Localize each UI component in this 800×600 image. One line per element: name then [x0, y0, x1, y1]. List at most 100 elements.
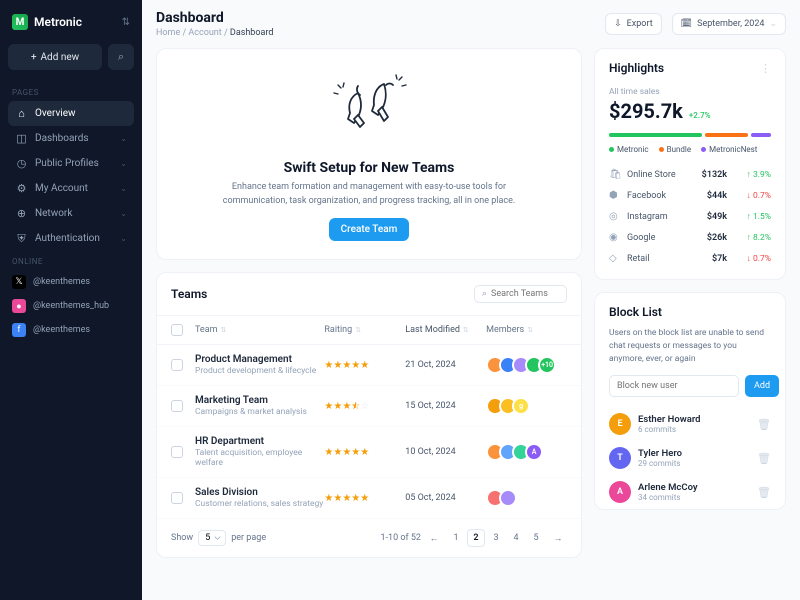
teams-search-input[interactable] — [491, 289, 559, 299]
online-item[interactable]: ●@keenthemes_hub — [8, 294, 134, 318]
col-members[interactable]: Members⇅ — [486, 325, 567, 335]
legend-dot-icon — [609, 147, 614, 152]
page-3[interactable]: 3 — [487, 529, 505, 547]
nav-overview[interactable]: ⌂Overview — [8, 101, 134, 126]
per-page-select[interactable]: 5 — [198, 530, 226, 546]
member-avatars: +10 — [486, 356, 567, 374]
select-all-checkbox[interactable] — [171, 324, 183, 336]
highlights-card: Highlights ⋮ All time sales $295.7k+2.7%… — [594, 48, 786, 280]
export-button[interactable]: ⇩Export — [605, 13, 662, 35]
user-commits: 6 commits — [638, 425, 750, 434]
avatar: T — [609, 447, 631, 469]
nav-icon: ⚙ — [15, 182, 28, 195]
date-label: September, 2024 — [697, 19, 764, 29]
modified-date: 10 Oct, 2024 — [405, 447, 486, 457]
table-row: Sales DivisionCustomer relations, sales … — [157, 478, 581, 519]
row-checkbox[interactable] — [171, 492, 183, 504]
page-4[interactable]: 4 — [507, 529, 525, 547]
channel-icon: 🛍 — [609, 169, 621, 180]
channel-icon: ⬢ — [609, 190, 621, 201]
member-avatars — [486, 489, 567, 507]
channel-row: ◇Retail$7k↓ 0.7% — [609, 248, 771, 269]
col-rating[interactable]: Raiting⇅ — [324, 325, 405, 335]
add-new-button[interactable]: +Add new — [8, 44, 102, 70]
team-desc: Talent acquisition, employee welfare — [195, 448, 324, 468]
page-2[interactable]: 2 — [467, 529, 485, 547]
table-row: HR DepartmentTalent acquisition, employe… — [157, 427, 581, 478]
chevron-down-icon: ⌄ — [120, 234, 127, 243]
nav-my-account[interactable]: ⚙My Account⌄ — [8, 176, 134, 201]
channel-pct: ↑ 3.9% — [733, 169, 771, 180]
show-label: Show — [171, 533, 193, 543]
sidebar: M Metronic ⇅ +Add new ⌕ PAGES ⌂Overview◫… — [0, 0, 142, 600]
nav-network[interactable]: ⊕Network⌄ — [8, 201, 134, 226]
row-checkbox[interactable] — [171, 400, 183, 412]
bar-segment — [609, 133, 702, 137]
nav-icon: ⌂ — [15, 107, 28, 120]
channel-pct: ↑ 1.5% — [733, 211, 771, 222]
team-name[interactable]: Marketing Team — [195, 395, 324, 406]
trash-icon[interactable]: 🗑 — [757, 486, 771, 499]
crumb-account[interactable]: Account — [188, 28, 221, 38]
block-user-input[interactable] — [609, 375, 739, 397]
team-name[interactable]: HR Department — [195, 436, 324, 447]
per-page-label: per page — [231, 533, 266, 543]
social-icon: 𝕏 — [12, 275, 26, 289]
blocklist-title: Block List — [609, 305, 662, 319]
user-name: Tyler Hero — [638, 448, 750, 459]
user-commits: 29 commits — [638, 459, 750, 468]
channel-pct: ↓ 0.7% — [733, 190, 771, 201]
teams-search[interactable]: ⌕ — [474, 285, 567, 303]
row-checkbox[interactable] — [171, 359, 183, 371]
hero-illustration — [314, 67, 424, 147]
more-icon[interactable]: ⋮ — [760, 62, 771, 75]
date-picker-button[interactable]: 🗓September, 2024⌄ — [672, 13, 786, 35]
nav-public-profiles[interactable]: ◷Public Profiles⌄ — [8, 151, 134, 176]
nav-authentication[interactable]: ⛨Authentication⌄ — [8, 226, 134, 251]
page-prev[interactable]: ← — [425, 529, 443, 547]
page-5[interactable]: 5 — [527, 529, 545, 547]
team-name[interactable]: Sales Division — [195, 487, 324, 498]
team-name[interactable]: Product Management — [195, 354, 324, 365]
online-item[interactable]: f@keenthemes — [8, 318, 134, 342]
team-desc: Campaigns & market analysis — [195, 407, 324, 417]
table-row: Marketing TeamCampaigns & market analysi… — [157, 386, 581, 427]
brand-name: Metronic — [34, 15, 116, 29]
modified-date: 15 Oct, 2024 — [405, 401, 486, 411]
brand[interactable]: M Metronic ⇅ — [8, 10, 134, 34]
user-name: Arlene McCoy — [638, 482, 750, 493]
channel-row: ◎Instagram$49k↑ 1.5% — [609, 206, 771, 227]
topbar: Dashboard Home / Account / Dashboard ⇩Ex… — [142, 0, 800, 48]
online-item[interactable]: 𝕏@keenthemes — [8, 270, 134, 294]
nav-dashboards[interactable]: ◫Dashboards⌄ — [8, 126, 134, 151]
nav-icon: ◷ — [15, 157, 28, 170]
sidebar-search-button[interactable]: ⌕ — [108, 44, 134, 70]
sort-icon: ⇅ — [463, 326, 469, 334]
row-checkbox[interactable] — [171, 446, 183, 458]
channel-value: $26k — [693, 233, 727, 243]
col-team[interactable]: Team⇅ — [195, 325, 324, 335]
crumb-home[interactable]: Home — [156, 28, 180, 38]
channel-icon: ◇ — [609, 253, 621, 264]
page-next[interactable]: → — [549, 529, 567, 547]
nav-label: Dashboards — [35, 133, 89, 144]
create-team-button[interactable]: Create Team — [329, 218, 410, 241]
col-modified[interactable]: Last Modified⇅ — [405, 325, 486, 335]
bar-segment — [705, 133, 747, 137]
teams-title: Teams — [171, 287, 207, 301]
trash-icon[interactable]: 🗑 — [757, 418, 771, 431]
trash-icon[interactable]: 🗑 — [757, 452, 771, 465]
channel-value: $49k — [693, 212, 727, 222]
block-add-button[interactable]: Add — [745, 375, 779, 397]
channel-pct: ↓ 0.7% — [733, 253, 771, 264]
channel-name: Google — [627, 233, 687, 243]
teams-card: Teams ⌕ Team⇅ Raiting⇅ Last Modified⇅ Me… — [156, 272, 582, 558]
main: Dashboard Home / Account / Dashboard ⇩Ex… — [142, 0, 800, 600]
channel-value: $7k — [693, 254, 727, 264]
channel-icon: ◉ — [609, 232, 621, 243]
page-1[interactable]: 1 — [447, 529, 465, 547]
avatar-more: +10 — [538, 356, 556, 374]
blocklist-desc: Users on the block list are unable to se… — [595, 327, 785, 375]
channel-row: ◉Google$26k↑ 8.2% — [609, 227, 771, 248]
nav-icon: ⛨ — [15, 232, 28, 245]
